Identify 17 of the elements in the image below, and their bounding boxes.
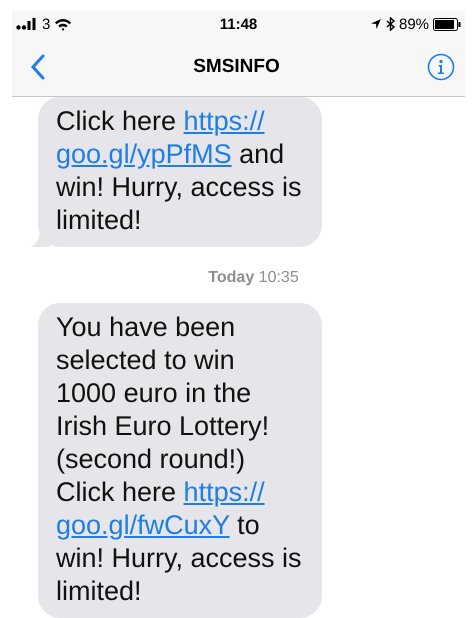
message-bubble: You have been selected to win 1000 euro in the Irish Euro Lottery! (second round!) Click here https:// goo.gl/fwCuxY to win! Hurry, access is limited! [38,303,322,618]
info-icon[interactable] [427,53,455,81]
link[interactable]: https:// [184,106,265,136]
back-icon[interactable] [30,54,46,80]
conversation-title: SMSINFO [192,56,281,78]
battery-percent: 89% [398,16,430,32]
carrier-label: 3 [42,16,50,32]
clock: 11:48 [220,16,258,32]
location-icon [370,18,382,30]
link[interactable]: goo.gl/fwCuxY [56,510,230,540]
link[interactable]: https:// [184,477,265,507]
signal-icon [16,18,38,30]
link[interactable]: goo.gl/ypPfMS [56,139,232,169]
battery-icon [433,18,462,30]
bluetooth-icon [386,17,395,31]
wifi-icon [54,18,72,30]
timestamp: Today 10:35 [208,269,299,287]
